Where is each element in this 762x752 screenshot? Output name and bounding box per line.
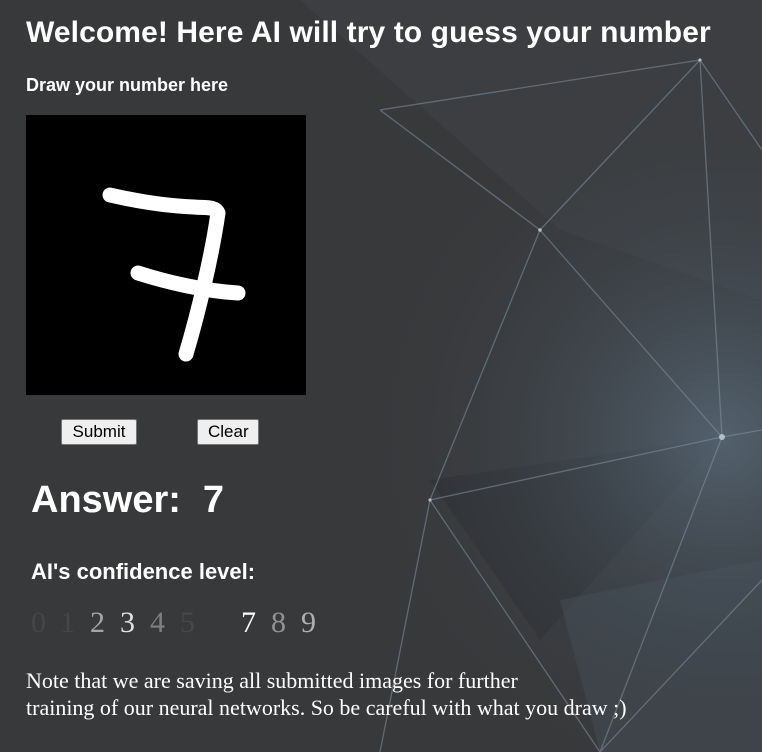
confidence-digit-7: 7 xyxy=(241,606,256,639)
confidence-digit-2: 2 xyxy=(90,606,105,639)
confidence-digit-4: 4 xyxy=(150,606,165,639)
confidence-digit-5: 5 xyxy=(180,606,195,639)
confidence-label: AI's confidence level: xyxy=(31,559,256,584)
answer-value: 7 xyxy=(202,479,225,521)
answer-display: Answer: 7 xyxy=(31,479,224,522)
draw-prompt: Draw your number here xyxy=(26,75,229,95)
clear-button[interactable]: Clear xyxy=(197,419,259,445)
note-line-1: Note that we are saving all submitted im… xyxy=(26,668,518,693)
confidence-digit-6: 6 xyxy=(210,606,225,640)
main-content: Welcome! Here AI will try to guess your … xyxy=(0,0,762,752)
note-text: Note that we are saving all submitted im… xyxy=(26,667,627,721)
confidence-digit-3: 3 xyxy=(120,606,135,639)
confidence-digit-9: 9 xyxy=(301,606,316,639)
confidence-digit-0: 0 xyxy=(31,606,46,639)
submit-button[interactable]: Submit xyxy=(61,419,137,445)
drawing-canvas[interactable] xyxy=(26,115,306,395)
page-title: Welcome! Here AI will try to guess your … xyxy=(26,16,711,49)
confidence-digit-8: 8 xyxy=(271,606,286,639)
note-line-2: training of our neural networks. So be c… xyxy=(26,695,627,720)
confidence-digit-1: 1 xyxy=(60,606,75,639)
answer-label: Answer: xyxy=(31,479,181,521)
drawn-digit-stroke xyxy=(102,187,246,362)
